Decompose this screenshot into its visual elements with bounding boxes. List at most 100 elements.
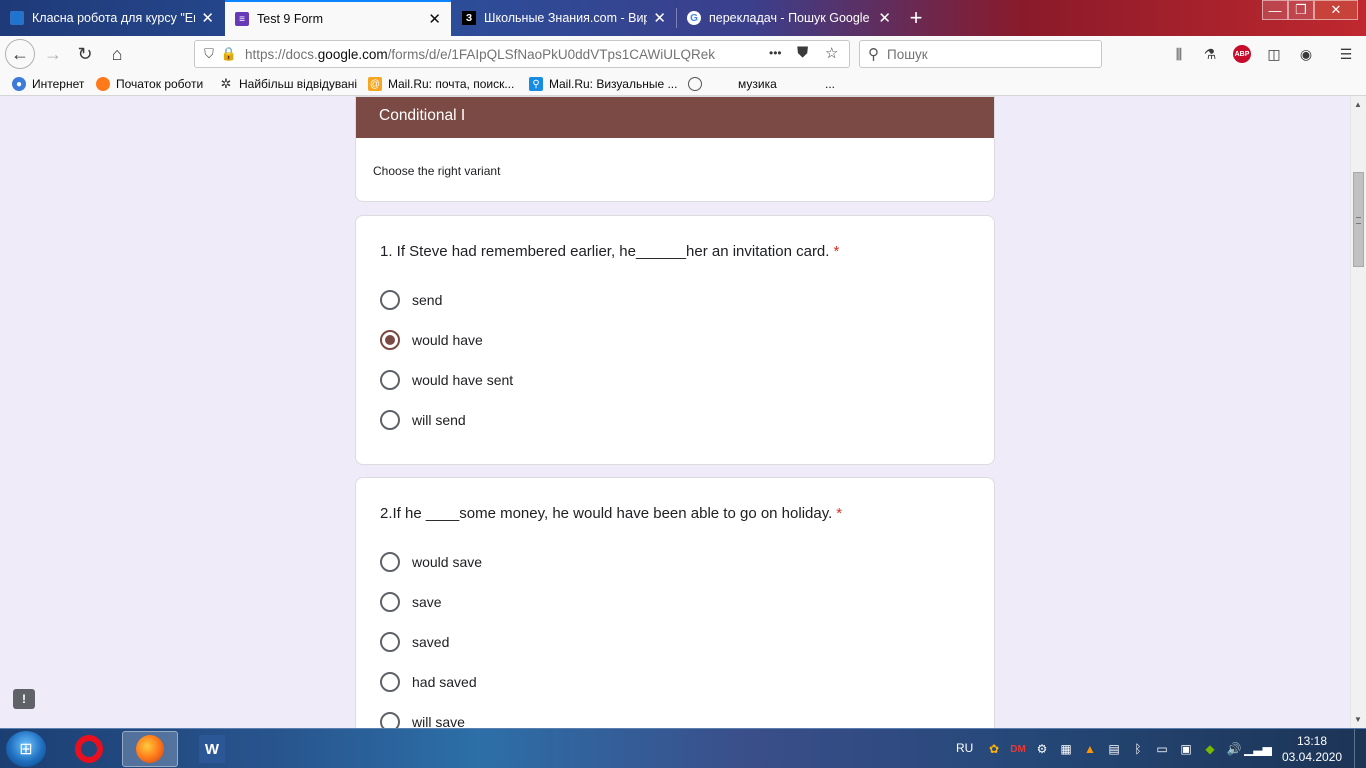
form-description: Choose the right variant (373, 164, 501, 178)
shield-icon[interactable]: ⛉ (199, 46, 219, 62)
option-saved[interactable]: saved (380, 631, 449, 653)
tray-tool-icon[interactable]: ▦ (1058, 741, 1074, 757)
radio-button[interactable] (380, 592, 400, 612)
search-bar[interactable]: ⚲ Пошук (859, 40, 1102, 68)
option-label: would save (412, 554, 483, 570)
word-icon[interactable]: W (184, 731, 240, 767)
navigation-toolbar: ← → ↻ ⌂ ⛉ 🔒 https://docs.google.com/form… (0, 36, 1366, 72)
option-would-save[interactable]: would save (380, 551, 482, 573)
tab-google-translate-search[interactable]: G перекладач - Пошук Google ✕ (677, 0, 901, 36)
radio-button-selected[interactable] (380, 330, 400, 350)
bookmark-mailru-mail[interactable]: @ Mail.Ru: почта, поиск... (368, 75, 514, 93)
windows-taskbar: ⊞ W RU ✿ DM ⚙ ▦ ▲ ▤ ᛒ ▭ ▣ ◆ 🔊 ▁▃▅ 13:18 … (0, 728, 1366, 768)
tab-classroom[interactable]: 👤 Класна робота для курсу "Eng ✕ (0, 0, 224, 36)
tray-dm-icon[interactable]: DM (1010, 741, 1026, 757)
steam-icon[interactable]: ⚙ (1034, 741, 1050, 757)
browser-tab-bar: 👤 Класна робота для курсу "Eng ✕ ≡ Test … (0, 0, 1366, 36)
close-tab-icon[interactable]: ✕ (653, 9, 666, 27)
opera-icon[interactable] (61, 731, 117, 767)
language-indicator[interactable]: RU (956, 741, 973, 755)
option-will-send[interactable]: will send (380, 409, 466, 431)
tab-title: Школьные Знания.com - Вир (484, 11, 648, 25)
bookmark-star-icon[interactable]: ☆ (825, 44, 838, 62)
firefox-icon[interactable] (122, 731, 178, 767)
gear-icon: ✲ (220, 76, 232, 91)
hamburger-menu-icon[interactable]: ☰ (1337, 45, 1355, 63)
radio-button[interactable] (380, 290, 400, 310)
feedback-icon[interactable]: ! (13, 689, 35, 709)
adblock-plus-icon[interactable]: ABP (1233, 45, 1251, 63)
sidebar-icon[interactable]: ◫ (1265, 45, 1283, 63)
tab-test-9-form[interactable]: ≡ Test 9 Form ✕ (225, 0, 451, 36)
tray-app-icon[interactable]: ✿ (986, 741, 1002, 757)
forward-button[interactable]: → (39, 40, 67, 68)
option-label: will send (412, 412, 466, 428)
usb-drive-icon[interactable]: ▭ (1154, 741, 1170, 757)
option-send[interactable]: send (380, 289, 442, 311)
bookmark-music[interactable]: музика (738, 75, 777, 93)
url-text[interactable]: https://docs.google.com/forms/d/e/1FAIpQ… (245, 47, 725, 62)
system-clock[interactable]: 13:18 03.04.2020 (1282, 733, 1342, 765)
home-button[interactable]: ⌂ (103, 40, 131, 68)
bookmark-more[interactable]: ... (825, 75, 835, 93)
search-placeholder: Пошук (887, 46, 928, 62)
option-label: saved (412, 634, 450, 650)
minimize-button[interactable]: — (1262, 0, 1288, 20)
page-actions-icon[interactable]: ••• (769, 46, 782, 60)
bookmark-internet[interactable]: ● Интернет (12, 75, 84, 93)
required-mark: * (836, 505, 843, 522)
close-tab-icon[interactable]: ✕ (428, 10, 441, 28)
start-button[interactable]: ⊞ (6, 731, 46, 767)
option-will-save[interactable]: will save (380, 711, 465, 728)
reload-button[interactable]: ↻ (71, 40, 99, 68)
pocket-icon[interactable]: ⛊ (797, 44, 808, 61)
option-had-saved[interactable]: had saved (380, 671, 477, 693)
search-icon: ⚲ (868, 46, 879, 63)
bookmarks-toolbar: ● Интернет Початок роботи ✲ Найбільш від… (0, 72, 1366, 96)
bookmark-mailru-visual[interactable]: ⚲ Mail.Ru: Визуальные ... (529, 75, 677, 93)
radio-button[interactable] (380, 672, 400, 692)
address-bar[interactable]: ⛉ 🔒 https://docs.google.com/forms/d/e/1F… (194, 40, 850, 68)
bookmark-globe[interactable] (688, 75, 708, 93)
question-card-2: 2.If he ____some money, he would have be… (355, 477, 995, 728)
library-icon[interactable]: ⫼ (1170, 45, 1188, 63)
option-save[interactable]: save (380, 591, 442, 613)
required-mark: * (833, 243, 840, 260)
bookmark-most-visited[interactable]: ✲ Найбільш відвідувані (219, 75, 358, 93)
tray-keyboard-icon[interactable]: ▤ (1106, 741, 1122, 757)
option-would-have-sent[interactable]: would have sent (380, 369, 513, 391)
bluetooth-icon[interactable]: ᛒ (1130, 741, 1146, 757)
network-signal-icon[interactable]: ▁▃▅ (1244, 741, 1272, 757)
show-desktop-button[interactable] (1354, 729, 1366, 768)
tray-warning-icon[interactable]: ▲ (1082, 741, 1098, 757)
bookmark-getting-started[interactable]: Початок роботи (96, 75, 203, 93)
radio-button[interactable] (380, 712, 400, 728)
close-tab-icon[interactable]: ✕ (878, 9, 891, 27)
tab-znanija[interactable]: З Школьные Знания.com - Вир ✕ (452, 0, 676, 36)
close-window-button[interactable]: ✕ (1314, 0, 1358, 20)
scrollbar-thumb[interactable] (1353, 172, 1364, 267)
radio-button[interactable] (380, 410, 400, 430)
question-text: 1. If Steve had remembered earlier, he__… (380, 243, 840, 260)
tray-device-icon[interactable]: ▣ (1178, 741, 1194, 757)
classroom-icon: 👤 (10, 11, 24, 25)
back-button[interactable]: ← (5, 39, 35, 69)
nvidia-icon[interactable]: ◆ (1202, 741, 1218, 757)
scroll-up-arrow-icon[interactable]: ▲ (1354, 100, 1362, 109)
radio-button[interactable] (380, 632, 400, 652)
close-tab-icon[interactable]: ✕ (201, 9, 214, 27)
lock-icon[interactable]: 🔒 (219, 46, 239, 62)
account-icon[interactable]: ◉ (1297, 45, 1315, 63)
form-title: Conditional I (356, 97, 994, 138)
radio-button[interactable] (380, 552, 400, 572)
scroll-down-arrow-icon[interactable]: ▼ (1354, 715, 1362, 724)
option-label: had saved (412, 674, 477, 690)
radio-button[interactable] (380, 370, 400, 390)
new-tab-button[interactable]: + (902, 4, 930, 32)
question-text: 2.If he ____some money, he would have be… (380, 505, 843, 522)
option-would-have[interactable]: would have (380, 329, 483, 351)
volume-icon[interactable]: 🔊 (1226, 741, 1242, 757)
maximize-button[interactable]: ❐ (1288, 0, 1314, 20)
page-scrollbar[interactable]: ▲ ▼ (1350, 96, 1366, 728)
extension-icon[interactable]: ⚗ (1201, 45, 1219, 63)
